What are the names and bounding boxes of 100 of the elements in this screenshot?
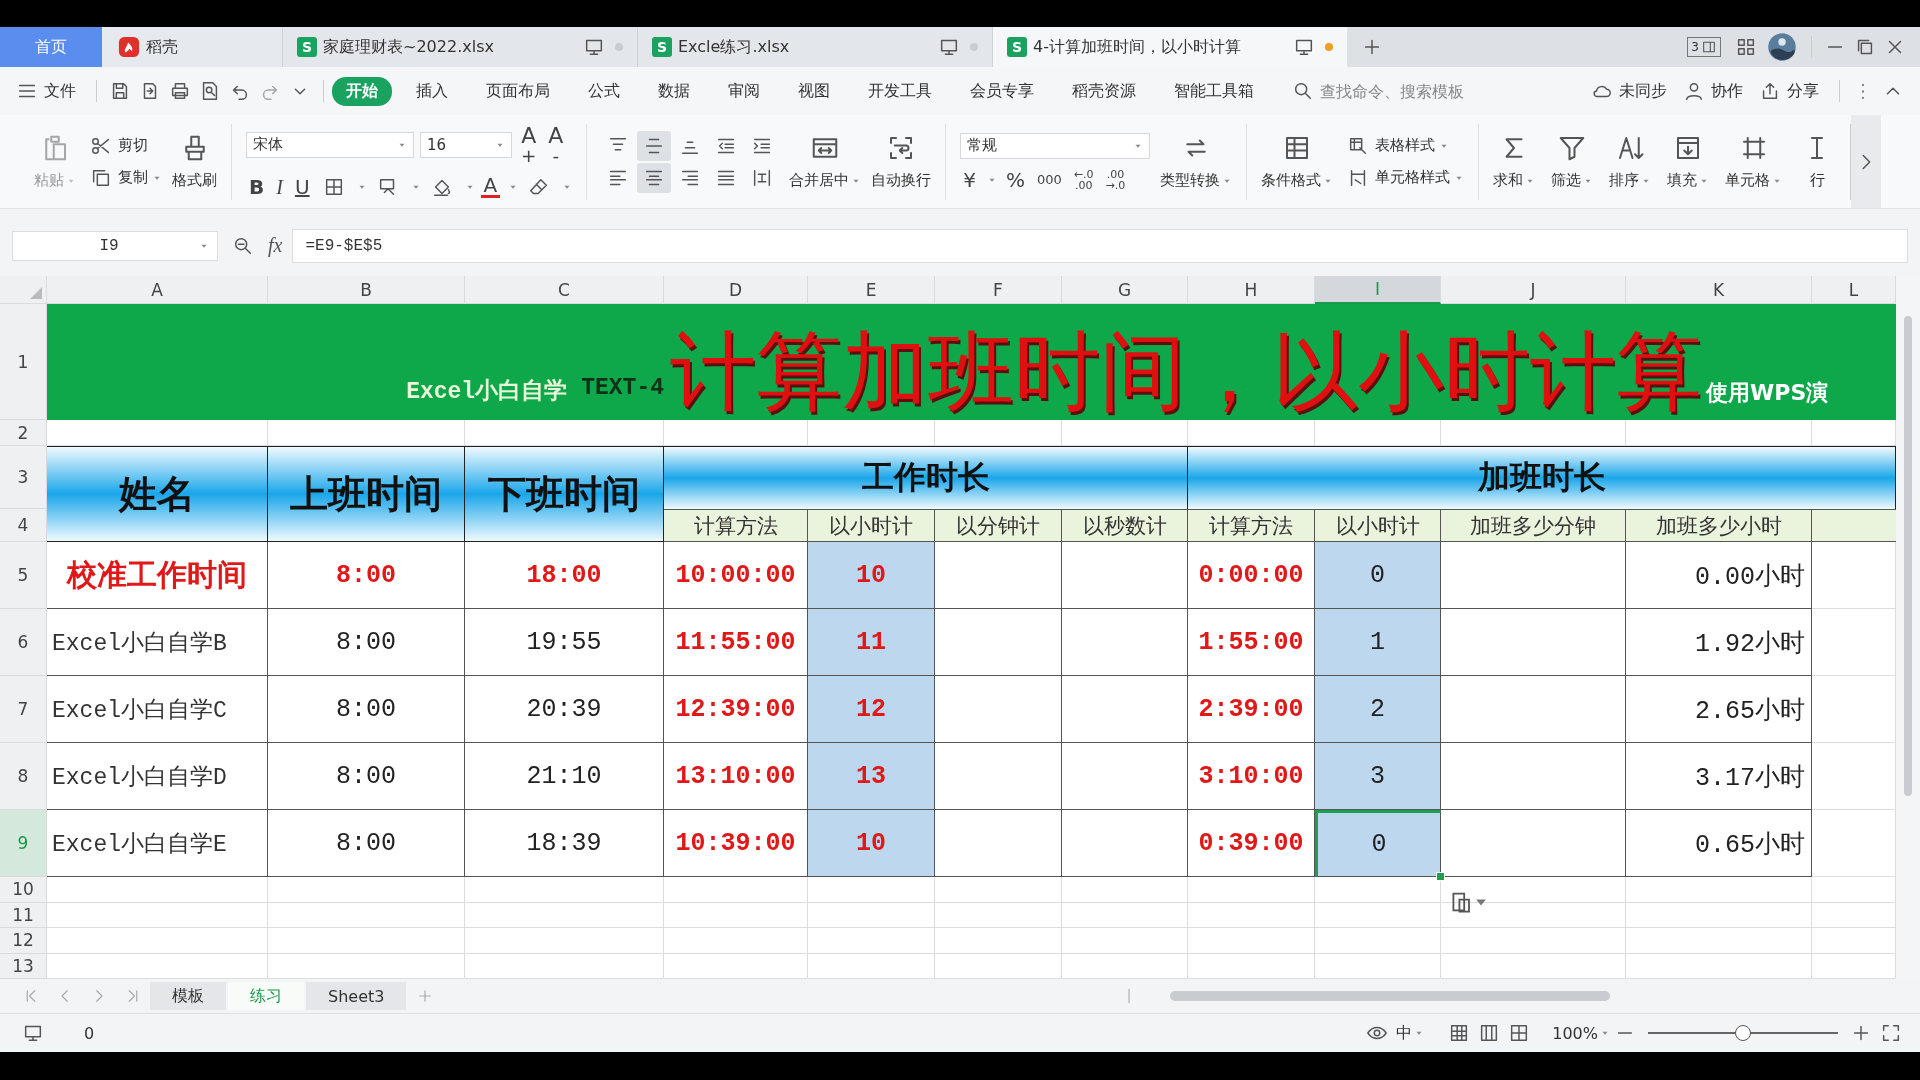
font-size-dropdown[interactable]: 16 (420, 132, 512, 158)
name-box[interactable]: I9 (12, 230, 218, 261)
row-header[interactable]: 4 (0, 509, 47, 542)
ribbon-button[interactable]: 填充 (1667, 133, 1710, 190)
wrap-text-button[interactable]: 自动换行 (871, 133, 932, 190)
table-cell[interactable]: 2 (1315, 676, 1441, 743)
cut-button[interactable]: 剪切 (86, 134, 162, 157)
formula-field[interactable]: =E9-$E$5 (292, 228, 1908, 263)
row-header[interactable]: 13 (0, 953, 47, 979)
subheader-cell: 以分钟计 (935, 509, 1062, 542)
table-cell: 8:00 (268, 743, 465, 810)
ribbon-tab[interactable]: 审阅 (714, 76, 774, 106)
column-header[interactable]: K (1626, 276, 1812, 304)
alignment-button[interactable] (637, 162, 672, 193)
column-header[interactable]: J (1441, 276, 1626, 304)
ribbon-button[interactable]: 求和 (1493, 133, 1536, 190)
avatar[interactable] (1767, 32, 1797, 62)
ribbon-tab[interactable]: 会员专享 (956, 76, 1048, 106)
increase-decimal-button[interactable]: ←.0 .00 (1070, 168, 1097, 191)
table-cell[interactable]: 0 (1315, 542, 1441, 609)
document-tab[interactable]: S Excle练习.xlsx (637, 27, 992, 67)
document-tab[interactable]: S 家庭理财表~2022.xlsx (282, 27, 637, 67)
apps-icon[interactable] (1735, 36, 1757, 58)
decrease-decimal-button[interactable]: .00 →.0 (1102, 168, 1129, 191)
input-mode-button[interactable]: 中 (1396, 1022, 1413, 1044)
row-header[interactable]: 1 (0, 304, 47, 420)
table-cell: 校准工作时间 (47, 542, 268, 609)
ribbon-tab[interactable]: 数据 (644, 76, 704, 106)
column-header[interactable]: E (808, 276, 935, 304)
ribbon-tab[interactable]: 开发工具 (854, 76, 946, 106)
row-header[interactable]: 8 (0, 743, 47, 810)
ribbon-tab[interactable]: 插入 (402, 76, 462, 106)
table-style-button[interactable]: 表格样式 (1343, 134, 1465, 157)
underline-button[interactable]: U (291, 176, 313, 197)
document-tab[interactable]: S 4-计算加班时间，以小时计算 (992, 27, 1347, 67)
thousands-button[interactable]: 000 (1034, 173, 1065, 186)
bold-button[interactable]: B (246, 176, 268, 197)
column-header[interactable]: C (465, 276, 664, 304)
ribbon-tab[interactable]: 稻壳资源 (1058, 76, 1150, 106)
tab-label: 家庭理财表~2022.xlsx (323, 36, 495, 58)
sheet-tab[interactable]: Sheet3 (306, 982, 407, 1010)
italic-button[interactable]: I (273, 176, 286, 197)
sheet-tab[interactable]: 练习 (228, 982, 304, 1010)
toolbar-button[interactable]: 协作 (1679, 80, 1743, 102)
column-header[interactable]: B (268, 276, 465, 304)
table-cell: 18:00 (465, 542, 664, 609)
conditional-format-button[interactable]: 条件格式 (1261, 133, 1334, 190)
tab-label: 4-计算加班时间，以小时计算 (1033, 36, 1242, 58)
table-cell[interactable]: 1 (1315, 609, 1441, 676)
docer-tab[interactable]: 稻壳 (102, 27, 282, 67)
fullscreen-icon[interactable] (1880, 1022, 1902, 1044)
column-header[interactable]: G (1062, 276, 1188, 304)
alignment-button[interactable] (637, 130, 672, 161)
status-value: 0 (84, 1023, 95, 1043)
print-icon[interactable] (169, 80, 191, 102)
zoom-slider-thumb[interactable] (1735, 1025, 1751, 1041)
ribbon-button[interactable]: 排序 (1609, 133, 1652, 190)
ribbon-tab[interactable]: 页面布局 (472, 76, 564, 106)
cell-style-button[interactable]: 单元格样式 (1343, 166, 1465, 189)
row-header[interactable]: 3 (0, 446, 47, 509)
code-text: TEXT-4 (581, 375, 664, 403)
ribbon-button[interactable]: 单元格 (1725, 133, 1783, 190)
zoom-level-button[interactable]: 100% (1552, 1023, 1598, 1043)
ribbon-tab[interactable]: 公式 (574, 76, 634, 106)
currency-button[interactable]: ¥ (960, 169, 979, 190)
percent-button[interactable]: % (1003, 169, 1028, 190)
copy-button[interactable]: 复制 (86, 166, 162, 189)
ribbon-button[interactable]: 筛选 (1551, 133, 1594, 190)
font-family-dropdown[interactable]: 宋体 (246, 132, 414, 158)
row-header[interactable]: 10 (0, 877, 47, 903)
row-header[interactable]: 6 (0, 609, 47, 676)
header-cell: 工作时长 (664, 446, 1188, 509)
ribbon-tab[interactable]: 视图 (784, 76, 844, 106)
row-header[interactable]: 5 (0, 542, 47, 609)
column-header[interactable]: A (47, 276, 268, 304)
row-header[interactable]: 11 (0, 902, 47, 928)
column-header[interactable]: L (1812, 276, 1896, 304)
ribbon-tab[interactable]: 智能工具箱 (1160, 76, 1268, 106)
file-menu[interactable]: 文件 (12, 80, 76, 102)
merge-center-button[interactable]: 合并居中 (789, 133, 862, 190)
table-cell[interactable]: 3 (1315, 743, 1441, 810)
toolbar-button[interactable]: 未同步 (1587, 80, 1667, 102)
row-header[interactable]: 12 (0, 928, 47, 954)
table-cell: 8:00 (268, 810, 465, 877)
row-header[interactable]: 7 (0, 676, 47, 743)
tab-label: 稻壳 (146, 36, 178, 58)
ribbon-button[interactable]: 行 (1798, 133, 1837, 190)
column-header[interactable]: H (1188, 276, 1315, 304)
row-header[interactable]: 2 (0, 420, 47, 446)
column-header[interactable]: D (664, 276, 808, 304)
workspace-button[interactable]: 3 (1687, 37, 1721, 57)
format-painter-button[interactable]: 格式刷 (172, 133, 217, 190)
toolbar-button[interactable]: 分享 (1755, 80, 1819, 102)
insert-function-button[interactable]: fx (268, 234, 283, 257)
column-header[interactable]: F (935, 276, 1062, 304)
type-convert-button[interactable]: 类型转换 (1160, 133, 1233, 190)
sheet-tab[interactable]: 模板 (150, 982, 226, 1010)
font-color-button[interactable]: A (480, 175, 501, 199)
command-search-field[interactable]: 查找命令、搜索模板 (1288, 80, 1522, 102)
number-format-dropdown[interactable]: 常规 (960, 132, 1151, 159)
